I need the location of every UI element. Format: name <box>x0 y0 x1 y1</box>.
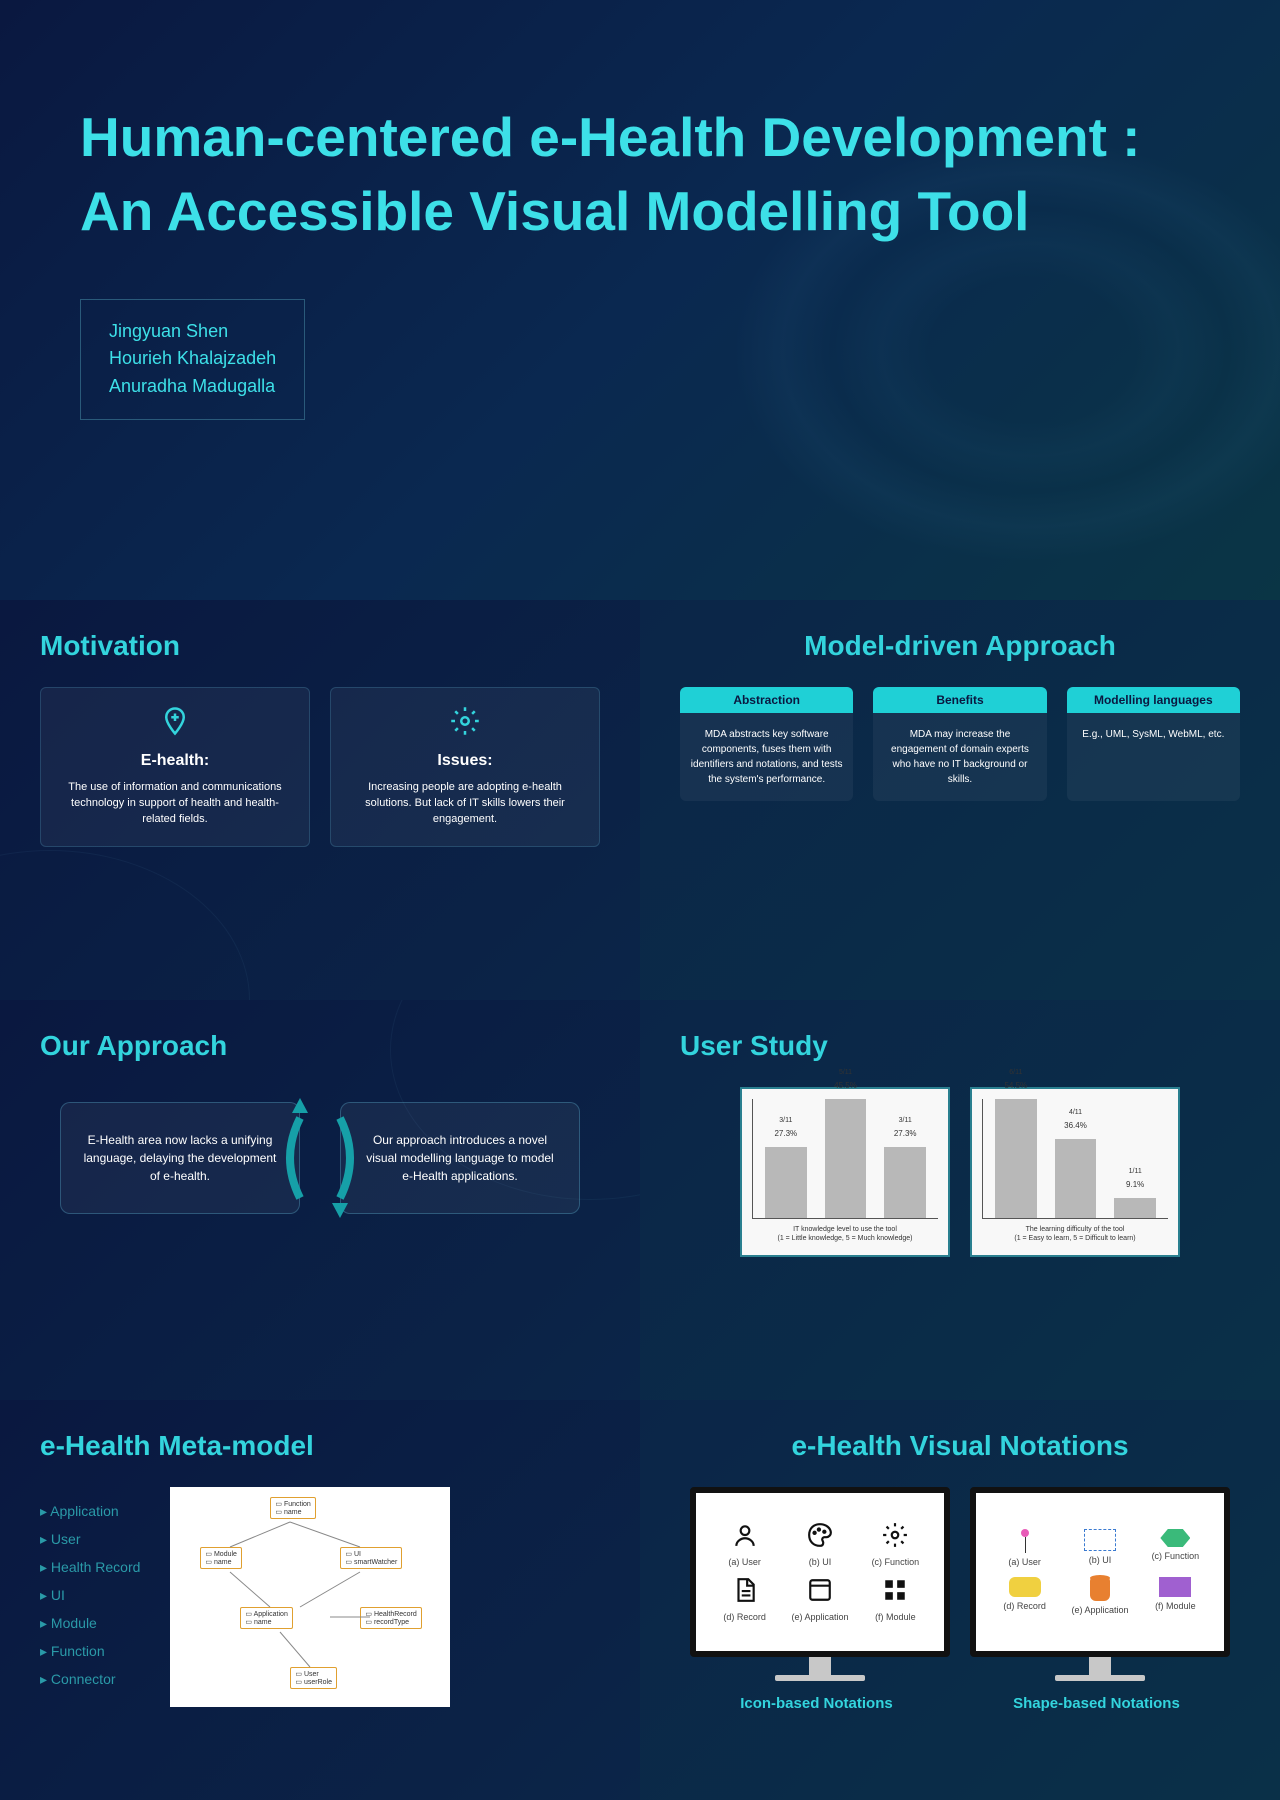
ehealth-card: E-health: The use of information and com… <box>40 687 310 847</box>
ehealth-title: E-health: <box>59 752 291 770</box>
chart-bar: 6/1154.5% <box>995 1099 1037 1218</box>
mda-abstraction-body: MDA abstracts key software components, f… <box>680 713 853 801</box>
mda-heading: Model-driven Approach <box>680 630 1240 662</box>
ehealth-body: The use of information and communication… <box>59 780 291 828</box>
issues-title: Issues: <box>349 752 581 770</box>
metamodel-item: Module <box>40 1609 140 1637</box>
shape-notations-monitor: (a) User (b) UI (c) Function (d) Record (e) … <box>970 1487 1230 1681</box>
shape-notation-item: (c) Function <box>1143 1529 1208 1567</box>
shape-notation-item: (f) Module <box>1143 1577 1208 1615</box>
metamodel-item: Connector <box>40 1665 140 1693</box>
metamodel-list: ApplicationUserHealth RecordUIModuleFunc… <box>40 1497 140 1707</box>
motivation-panel: Motivation E-health: The use of informat… <box>0 600 640 1000</box>
approach-left-box: E-Health area now lacks a unifying langu… <box>60 1102 300 1214</box>
shape-notation-item: (a) User <box>992 1529 1057 1567</box>
title-section: Human-centered e-Health Development : An… <box>0 0 1280 600</box>
title-line2: An Accessible Visual Modelling Tool <box>80 180 1029 242</box>
approach-right-box: Our approach introduces a novel visual m… <box>340 1102 580 1214</box>
mda-langs-body: E.g., UML, SysML, WebML, etc. <box>1067 713 1240 756</box>
notations-panel: e-Health Visual Notations (a) User(b) UI… <box>640 1400 1280 1800</box>
shape-notation-item: (d) Record <box>992 1577 1057 1615</box>
metamodel-item: User <box>40 1525 140 1553</box>
issues-card: Issues: Increasing people are adopting e… <box>330 687 600 847</box>
icon-caption: Icon-based Notations <box>740 1695 893 1712</box>
mda-benefits-header: Benefits <box>873 687 1046 713</box>
metamodel-item: Health Record <box>40 1553 140 1581</box>
title-line1: Human-centered e-Health Development : <box>80 106 1141 168</box>
chart-bar: 5/1145.5% <box>825 1099 867 1218</box>
motivation-heading: Motivation <box>40 630 600 662</box>
author-1: Jingyuan Shen <box>109 318 276 346</box>
chart0-subtitle: (1 = Little knowledge, 5 = Much knowledg… <box>752 1234 938 1243</box>
icon-notation-item: (d) Record <box>712 1577 777 1622</box>
notations-heading: e-Health Visual Notations <box>680 1430 1240 1462</box>
chart0-title: IT knowledge level to use the tool <box>752 1225 938 1234</box>
chart-bar: 3/1127.3% <box>765 1147 807 1218</box>
metamodel-item: Function <box>40 1637 140 1665</box>
cycle-arrows-icon <box>280 1088 360 1228</box>
icon-notation-item: (b) UI <box>787 1522 852 1567</box>
chart-it-knowledge: 3/1127.3% 5/1145.5% 3/1127.3% IT knowledge… <box>740 1087 950 1257</box>
chart-bar: 1/119.1% <box>1114 1198 1156 1218</box>
mda-abstraction-header: Abstraction <box>680 687 853 713</box>
chart1-title: The learning difficulty of the tool <box>982 1225 1168 1234</box>
metamodel-diagram: ▭ Function▭ name ▭ Module▭ name ▭ UI▭ sm… <box>170 1487 450 1707</box>
icon-notation-item: (e) Application <box>787 1577 852 1622</box>
approach-heading: Our Approach <box>40 1030 600 1062</box>
metamodel-panel: e-Health Meta-model ApplicationUserHealt… <box>0 1400 640 1800</box>
mda-langs-header: Modelling languages <box>1067 687 1240 713</box>
chart1-subtitle: (1 = Easy to learn, 5 = Difficult to lea… <box>982 1234 1168 1243</box>
gear-icon <box>349 706 581 744</box>
approach-panel: Our Approach E-Health area now lacks a u… <box>0 1000 640 1400</box>
metamodel-heading: e-Health Meta-model <box>40 1430 600 1462</box>
icon-notations-monitor: (a) User(b) UI(c) Function (d) Record(e) … <box>690 1487 950 1681</box>
mda-benefits-card: Benefits MDA may increase the engagement… <box>873 687 1046 801</box>
icon-notation-item: (a) User <box>712 1522 777 1567</box>
icon-notation-item: (c) Function <box>863 1522 928 1567</box>
mda-panel: Model-driven Approach Abstraction MDA ab… <box>640 600 1280 1000</box>
authors-box: Jingyuan Shen Hourieh Khalajzadeh Anurad… <box>80 299 305 421</box>
pin-icon <box>59 706 291 744</box>
shape-notation-item: (b) UI <box>1067 1529 1132 1567</box>
mda-benefits-body: MDA may increase the engagement of domai… <box>873 713 1046 801</box>
author-3: Anuradha Madugalla <box>109 373 276 401</box>
icon-notation-item: (f) Module <box>863 1577 928 1622</box>
issues-body: Increasing people are adopting e-health … <box>349 780 581 828</box>
chart-bar: 3/1127.3% <box>884 1147 926 1218</box>
chart-bar: 4/1136.4% <box>1055 1139 1097 1218</box>
userstudy-panel: User Study 3/1127.3% 5/1145.5% 3/1127.3% I… <box>640 1000 1280 1400</box>
chart-learning-difficulty: 6/1154.5% 4/1136.4% 1/119.1% The learning … <box>970 1087 1180 1257</box>
author-2: Hourieh Khalajzadeh <box>109 345 276 373</box>
metamodel-item: Application <box>40 1497 140 1525</box>
shape-caption: Shape-based Notations <box>1013 1695 1180 1712</box>
shape-notation-item: (e) Application <box>1067 1577 1132 1615</box>
metamodel-item: UI <box>40 1581 140 1609</box>
mda-langs-card: Modelling languages E.g., UML, SysML, We… <box>1067 687 1240 801</box>
mda-abstraction-card: Abstraction MDA abstracts key software c… <box>680 687 853 801</box>
userstudy-heading: User Study <box>680 1030 1240 1062</box>
main-title: Human-centered e-Health Development : An… <box>80 100 1200 249</box>
